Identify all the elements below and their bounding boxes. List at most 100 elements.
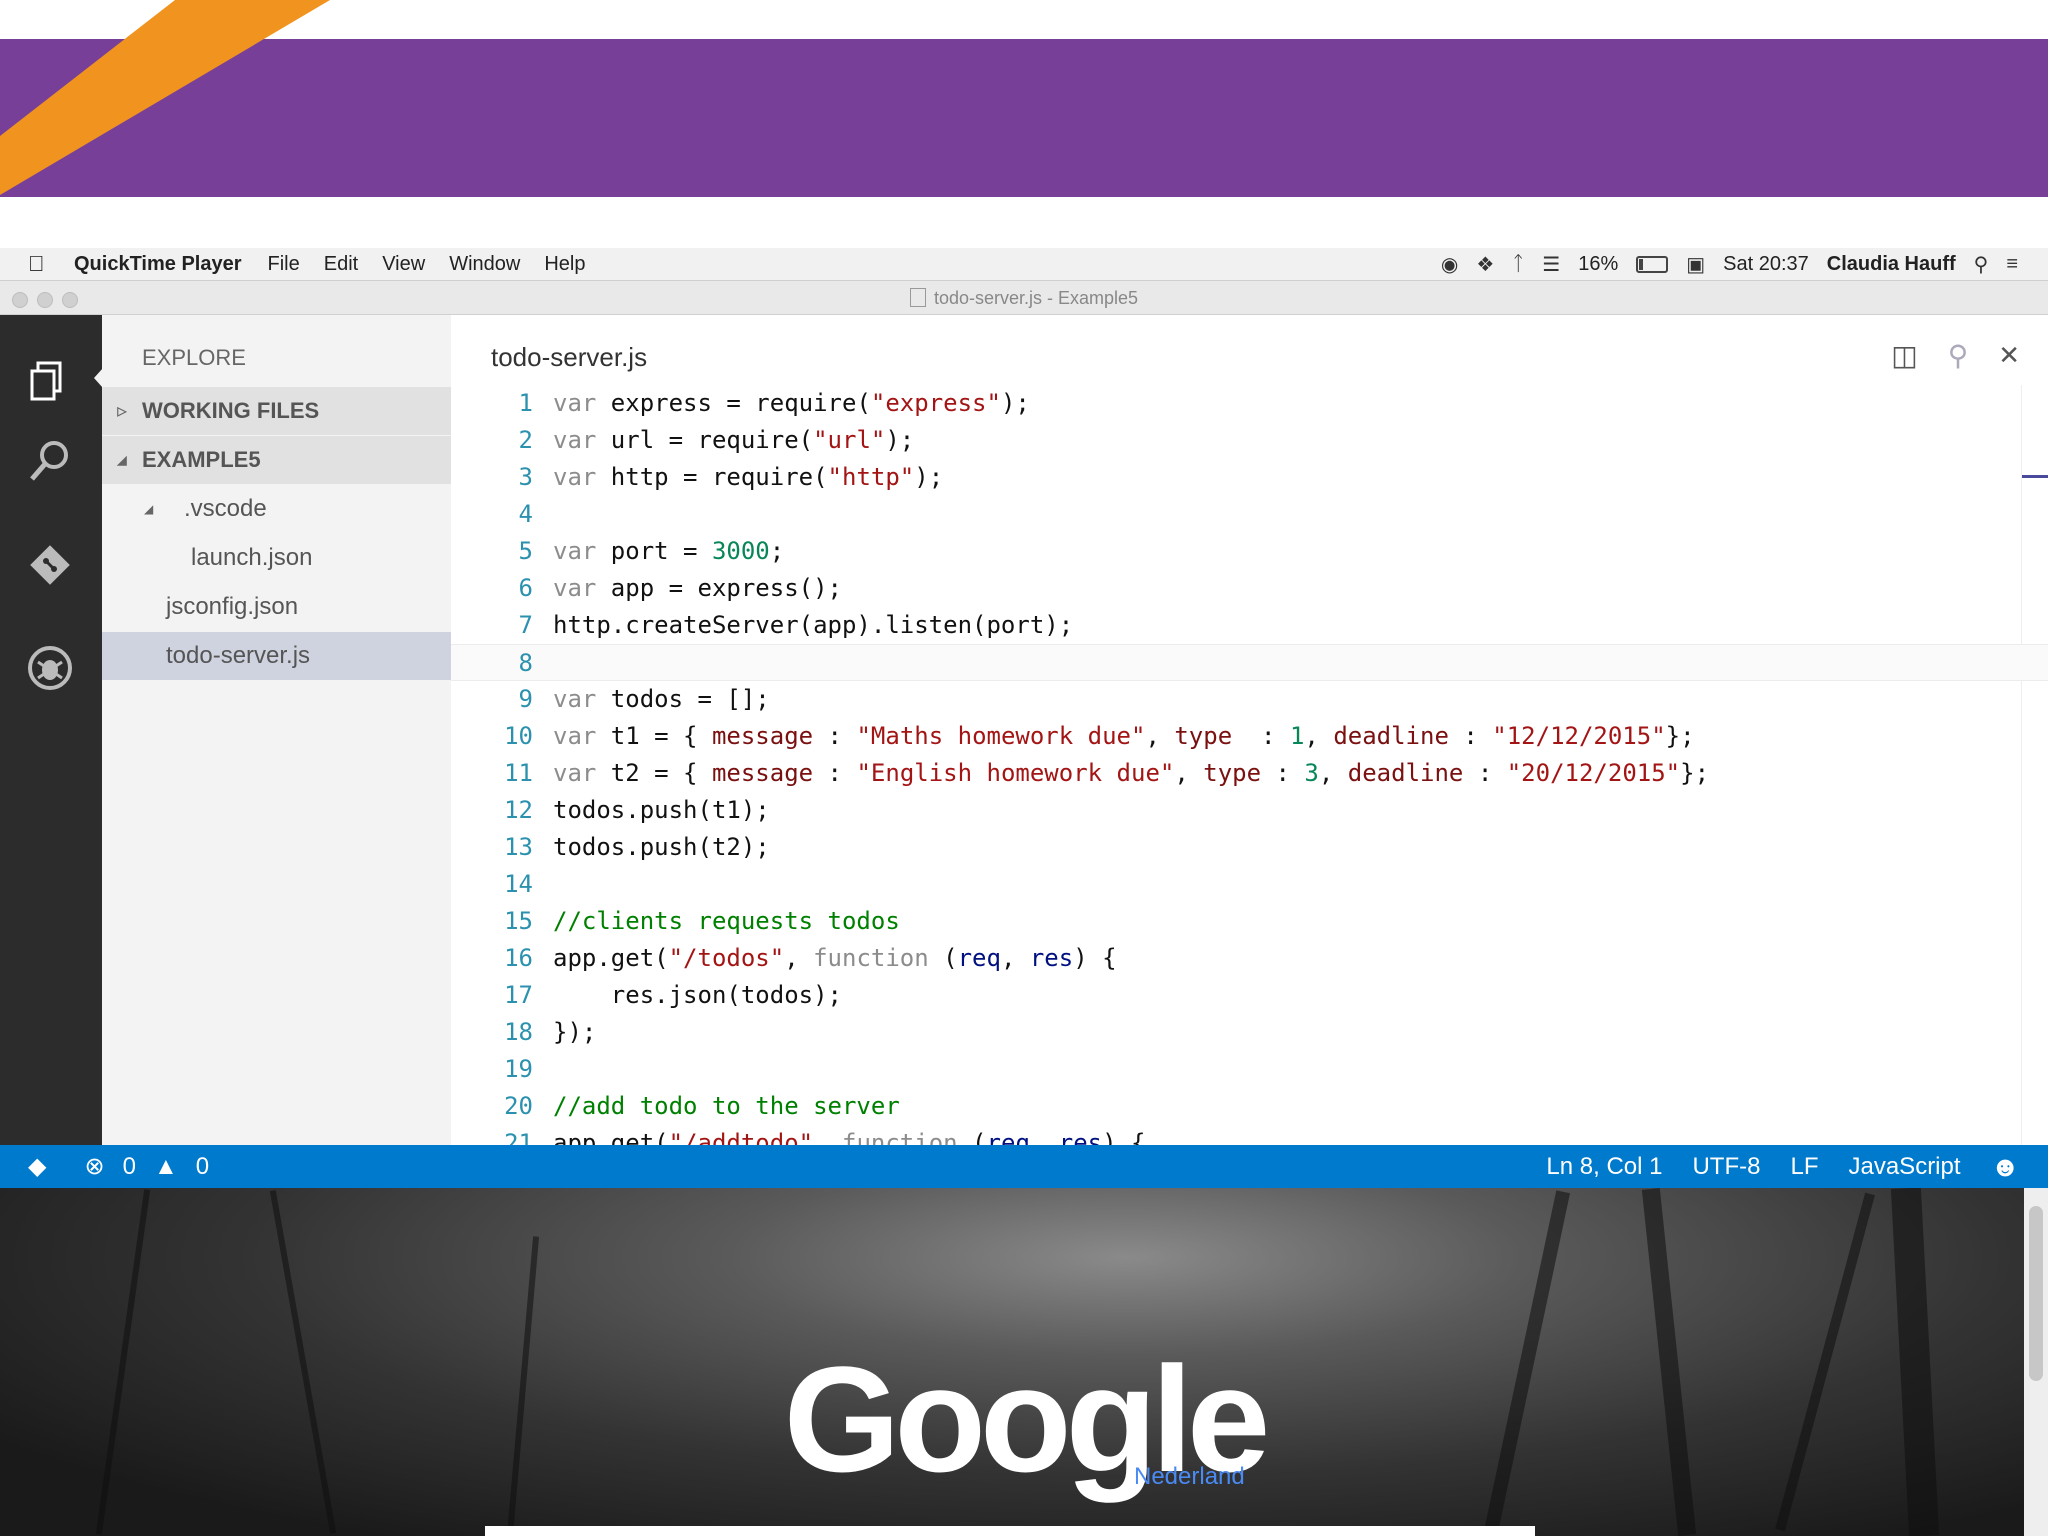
line-number: 9 [518, 685, 533, 713]
display-icon[interactable]: ▣ [1686, 252, 1705, 277]
git-icon[interactable] [22, 537, 78, 593]
notification-list-icon[interactable]: ≡ [2006, 253, 2018, 276]
warning-icon[interactable]: ▲ [154, 1153, 178, 1181]
error-count[interactable]: 0 [123, 1153, 136, 1181]
line-number: 6 [518, 574, 533, 602]
window-title: todo-server.js - Example5 [0, 288, 2048, 309]
google-search-input[interactable] [485, 1526, 1535, 1536]
file-encoding[interactable]: UTF-8 [1692, 1153, 1760, 1181]
tree-folder-vscode[interactable]: ◢ .vscode [102, 485, 451, 533]
collapsed-arrow-icon: ▷ [117, 404, 127, 418]
code-line: 16 app.get("/todos", function (req, res) … [451, 940, 2048, 977]
expanded-arrow-icon: ◢ [117, 453, 127, 467]
code-text: var url = require("url"); [553, 426, 915, 454]
code-line: 5 var port = 3000; [451, 533, 2048, 570]
code-line: 1 var express = require("express"); [451, 385, 2048, 422]
line-number: 12 [504, 796, 533, 824]
code-line: 12 todos.push(t1); [451, 792, 2048, 829]
line-number: 18 [504, 1018, 533, 1046]
dropbox-icon[interactable]: ❖ [1476, 252, 1494, 277]
clock[interactable]: Sat 20:37 [1723, 253, 1809, 276]
apple-icon[interactable]:  [28, 251, 56, 277]
menu-help[interactable]: Help [544, 253, 585, 276]
language-mode[interactable]: JavaScript [1848, 1153, 1960, 1181]
google-region-label: Nederland [1134, 1463, 1245, 1490]
split-editor-icon[interactable]: ◫ [1891, 339, 1917, 372]
open-preview-icon[interactable]: ⚲ [1948, 339, 1969, 372]
tree-file-jsconfig-json[interactable]: jsconfig.json [102, 583, 451, 631]
working-files-section[interactable]: ▷ WORKING FILES [102, 387, 451, 435]
line-number: 8 [518, 649, 533, 677]
editor-file-title: todo-server.js [491, 342, 648, 372]
search-icon[interactable] [22, 433, 78, 489]
line-number: 15 [504, 907, 533, 935]
code-text: res.json(todos); [553, 981, 842, 1009]
code-line: 17 res.json(todos); [451, 977, 2048, 1014]
slide-corner-stripe [0, 0, 330, 195]
bluetooth-icon[interactable]: ᛏ [1512, 253, 1524, 276]
browser-window: Google Nederland [0, 1188, 2048, 1536]
tree-item-label: launch.json [191, 544, 313, 571]
explorer-files-icon[interactable] [22, 353, 78, 409]
code-line: 13 todos.push(t2); [451, 829, 2048, 866]
status-bar: ◆ ⊗ 0 ▲ 0 Ln 8, Col 1 UTF-8 LF JavaScrip… [0, 1145, 2048, 1188]
line-number: 2 [518, 426, 533, 454]
line-ending[interactable]: LF [1790, 1153, 1818, 1181]
menu-view[interactable]: View [382, 253, 425, 276]
code-line: 19 [451, 1051, 2048, 1088]
mac-menubar:  QuickTime Player File Edit View Window… [0, 248, 2048, 281]
line-number: 5 [518, 537, 533, 565]
code-line: 11 var t2 = { message : "English homework… [451, 755, 2048, 792]
browser-scrollbar-thumb[interactable] [2029, 1206, 2043, 1381]
line-number: 13 [504, 833, 533, 861]
error-icon[interactable]: ⊗ [84, 1152, 104, 1181]
record-icon[interactable]: ◉ [1441, 252, 1458, 277]
menu-file[interactable]: File [268, 253, 300, 276]
code-line: 9 var todos = []; [451, 681, 2048, 718]
code-line: 6 var app = express(); [451, 570, 2048, 607]
menu-app-name[interactable]: QuickTime Player [74, 253, 242, 276]
active-view-indicator [94, 368, 103, 388]
debug-icon[interactable] [22, 640, 78, 696]
code-line: 4 [451, 496, 2048, 533]
tree-file-todo-server-js[interactable]: todo-server.js [102, 632, 451, 680]
code-editor[interactable]: todo-server.js ◫ ⚲ ✕ 1 var express = requ… [451, 315, 2048, 1145]
line-number: 14 [504, 870, 533, 898]
code-line: 7 http.createServer(app).listen(port); [451, 607, 2048, 644]
line-number: 19 [504, 1055, 533, 1083]
feedback-smiley-icon[interactable]: ☻ [1991, 1151, 2020, 1183]
browser-scrollbar[interactable] [2024, 1188, 2048, 1536]
code-line: 14 [451, 866, 2048, 903]
line-number: 3 [518, 463, 533, 491]
battery-percent: 16% [1578, 252, 1619, 275]
code-line: 10 var t1 = { message : "Maths homework d… [451, 718, 2048, 755]
line-number: 21 [504, 1129, 533, 1145]
code-text: }); [553, 1018, 597, 1046]
code-line: 21 app.get("/addtodo", function (req, res… [451, 1125, 2048, 1145]
code-text: var app = express(); [553, 574, 842, 602]
line-number: 11 [504, 759, 533, 787]
battery-icon[interactable] [1636, 255, 1669, 273]
menu-window[interactable]: Window [449, 253, 520, 276]
window-title-text: todo-server.js - Example5 [933, 288, 1139, 308]
cursor-position[interactable]: Ln 8, Col 1 [1546, 1153, 1662, 1181]
code-text: todos.push(t1); [553, 796, 770, 824]
code-text: var t1 = { message : "Maths homework due… [553, 722, 1695, 750]
code-text: app.get("/addtodo", function (req, res) … [553, 1129, 1146, 1145]
project-section[interactable]: ◢ EXAMPLE5 [102, 436, 451, 484]
spotlight-search-icon[interactable]: ⚲ [1974, 252, 1989, 277]
window-titlebar: todo-server.js - Example5 [0, 281, 2048, 315]
warning-count[interactable]: 0 [196, 1153, 209, 1181]
line-number: 10 [504, 722, 533, 750]
wifi-icon[interactable]: ☰ [1542, 252, 1560, 277]
code-line: 3 var http = require("http"); [451, 459, 2048, 496]
code-line: 18}); [451, 1014, 2048, 1051]
git-branch-icon[interactable]: ◆ [28, 1152, 46, 1181]
user-name[interactable]: Claudia Hauff [1827, 253, 1956, 276]
code-text: var t2 = { message : "English homework d… [553, 759, 1710, 787]
close-editor-icon[interactable]: ✕ [1998, 340, 2020, 371]
tree-file-launch-json[interactable]: launch.json [102, 534, 451, 582]
menu-edit[interactable]: Edit [324, 253, 358, 276]
google-logo: Google [783, 1335, 1271, 1503]
tree-item-label: .vscode [184, 495, 267, 522]
